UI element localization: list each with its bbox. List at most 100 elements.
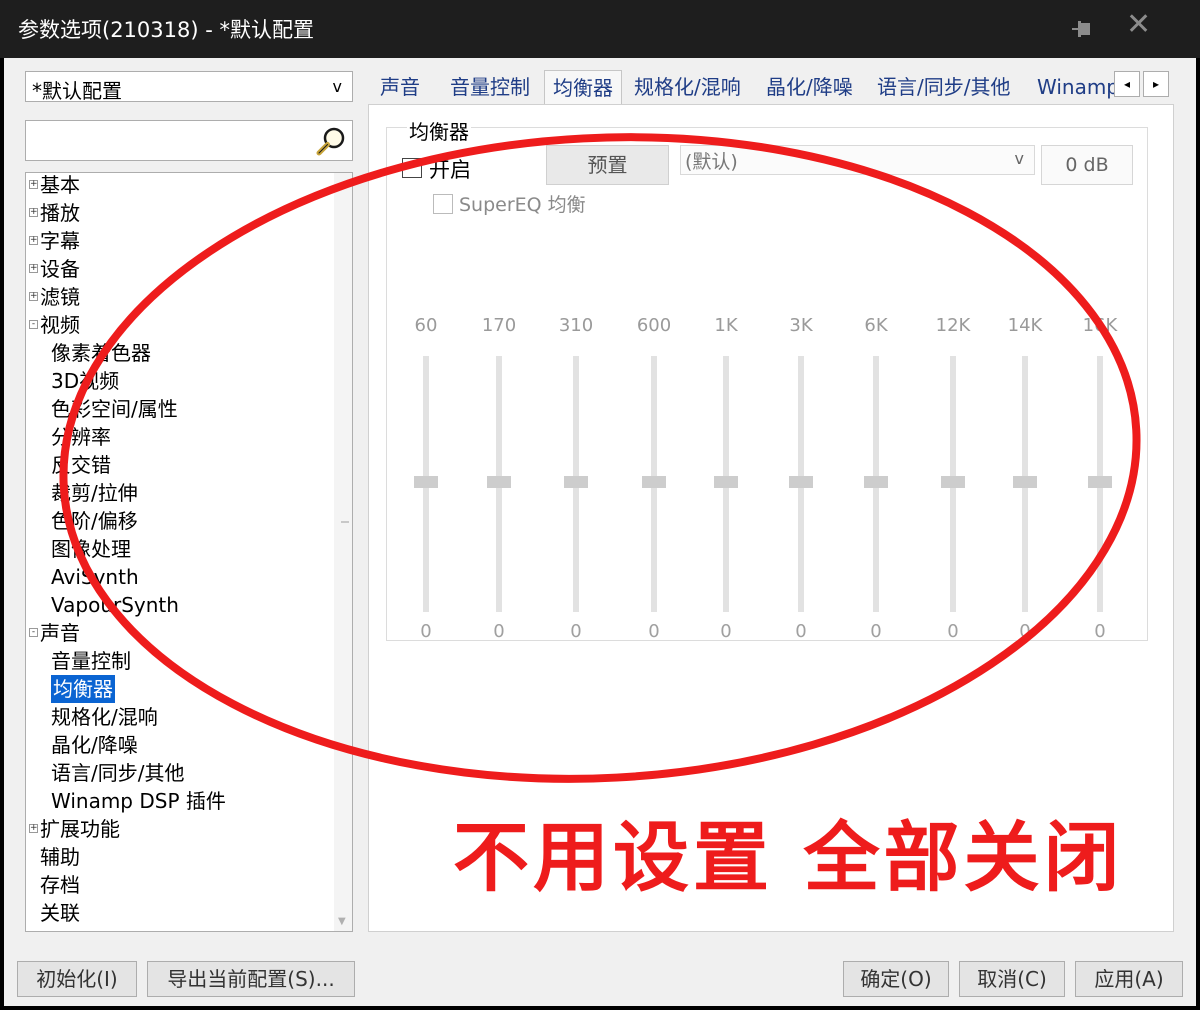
expand-icon[interactable]: + (29, 208, 38, 217)
tree-item-label: 反交错 (51, 453, 111, 477)
tab[interactable]: 规格化/混响 (626, 70, 749, 104)
collapse-icon[interactable]: - (29, 320, 38, 329)
supereq-checkbox[interactable] (433, 194, 453, 214)
tree-item[interactable]: 反交错 (26, 451, 336, 479)
tab-scroll-left-button[interactable]: ◂ (1114, 71, 1140, 97)
tree-item[interactable]: - 视频 (26, 311, 336, 339)
supereq-label: SuperEQ 均衡 (459, 194, 586, 216)
tree-item[interactable]: 晶化/降噪 (26, 731, 336, 759)
tab-scroll-right-button[interactable]: ▸ (1143, 71, 1169, 97)
tree-item-label: Winamp DSP 插件 (51, 789, 226, 813)
tree-item-label: 分辨率 (51, 425, 111, 449)
tree-item-label: 设备 (40, 257, 80, 281)
cancel-button[interactable]: 取消(C) (959, 961, 1065, 997)
tree-item[interactable]: 辅助 (26, 843, 336, 871)
tree-item-label: VapourSynth (51, 593, 179, 617)
tree-item[interactable]: 3D视频 (26, 367, 336, 395)
apply-button[interactable]: 应用(A) (1075, 961, 1183, 997)
settings-tree[interactable]: ▼ + 基本 + 播放 + 字幕 + 设备 + 滤镜 - 视频 像素着色器 3D视频 色彩空间/属性 分辨率反… (25, 172, 353, 932)
close-icon[interactable]: ✕ (1126, 10, 1151, 40)
tree-item[interactable]: 均衡器 (26, 675, 336, 703)
preset-value: (默认) (685, 151, 738, 173)
band-value: 0 (1019, 621, 1031, 642)
tree-item-label: 色阶/偏移 (51, 509, 138, 533)
tree-item[interactable]: VapourSynth (26, 591, 336, 619)
tree-scrollbar[interactable]: ▼ (334, 173, 352, 931)
chevron-down-icon: v (332, 77, 342, 96)
band-value: 0 (870, 621, 882, 642)
tree-item[interactable]: 图像处理 (26, 535, 336, 563)
preset-select[interactable]: (默认) v (680, 145, 1035, 175)
expand-icon[interactable]: + (29, 292, 38, 301)
band-value: 0 (1094, 621, 1106, 642)
tree-item[interactable]: + 滤镜 (26, 283, 336, 311)
tree-item[interactable]: 规格化/混响 (26, 703, 336, 731)
tab[interactable]: 晶化/降噪 (758, 70, 861, 104)
tree-item-label: 字幕 (40, 229, 80, 253)
expand-icon[interactable]: + (29, 180, 38, 189)
tree-item[interactable]: 分辨率 (26, 423, 336, 451)
tree-item[interactable]: 音量控制 (26, 647, 336, 675)
scrollbar-thumb[interactable] (341, 521, 349, 523)
tab[interactable]: Winamp (1029, 70, 1127, 104)
band-frequency-label: 16K (1082, 315, 1118, 336)
band-slider-thumb[interactable] (414, 476, 438, 488)
tree-item[interactable]: Winamp DSP 插件 (26, 787, 336, 815)
tab[interactable]: 声音 (372, 70, 428, 104)
collapse-icon[interactable]: - (29, 628, 38, 637)
band-value: 0 (570, 621, 582, 642)
tree-item-label: 3D视频 (51, 369, 120, 393)
tree-item[interactable]: 语言/同步/其他 (26, 759, 336, 787)
band-slider-thumb[interactable] (1013, 476, 1037, 488)
preset-button[interactable]: 预置 (546, 145, 669, 185)
band-slider-thumb[interactable] (642, 476, 666, 488)
group-title: 均衡器 (407, 116, 471, 145)
tree-item[interactable]: 像素着色器 (26, 339, 336, 367)
scroll-down-icon[interactable]: ▼ (338, 916, 346, 927)
band-value: 0 (795, 621, 807, 642)
title-bar: 参数选项(210318) - *默认配置 ✕ (0, 0, 1200, 58)
tree-item-label: 音量控制 (51, 649, 131, 673)
tree-item-label: 扩展功能 (40, 817, 120, 841)
pin-icon[interactable] (1070, 16, 1096, 42)
init-button[interactable]: 初始化(I) (17, 961, 137, 997)
expand-icon[interactable]: + (29, 824, 38, 833)
export-config-button[interactable]: 导出当前配置(S)... (147, 961, 355, 997)
band-slider-thumb[interactable] (1088, 476, 1112, 488)
tree-item-label: 规格化/混响 (51, 705, 158, 729)
tree-item[interactable]: 关联 (26, 899, 336, 927)
search-icon[interactable] (314, 125, 348, 159)
tree-item[interactable]: + 扩展功能 (26, 815, 336, 843)
preferences-window: *默认配置 v ▼ + 基本 + 播放 + 字幕 + 设备 + 滤镜 - 视频 像素着色器 3D视频 色彩空… (4, 58, 1196, 1006)
tree-item[interactable]: 存档 (26, 871, 336, 899)
tab[interactable]: 语言/同步/其他 (869, 70, 1018, 104)
tree-item-label: 图像处理 (51, 537, 131, 561)
tree-item[interactable]: 色彩空间/属性 (26, 395, 336, 423)
expand-icon[interactable]: + (29, 264, 38, 273)
tab[interactable]: 音量控制 (442, 70, 538, 104)
equalizer-group: 均衡器 开启 预置 (默认) v 0 dB SuperEQ 均衡 60 0 170 0… (386, 116, 1148, 642)
enable-checkbox[interactable] (402, 158, 422, 178)
profile-select[interactable]: *默认配置 v (25, 71, 353, 103)
tree-item[interactable]: 色阶/偏移 (26, 507, 336, 535)
annotation-text: 不用设置 全部关闭 (453, 813, 1124, 902)
band-frequency-label: 6K (864, 315, 888, 336)
tree-item[interactable]: - 声音 (26, 619, 336, 647)
band-slider-thumb[interactable] (564, 476, 588, 488)
band-slider-thumb[interactable] (941, 476, 965, 488)
band-slider-thumb[interactable] (864, 476, 888, 488)
expand-icon[interactable]: + (29, 236, 38, 245)
search-input[interactable] (25, 120, 353, 161)
band-value: 0 (648, 621, 660, 642)
band-slider-thumb[interactable] (487, 476, 511, 488)
tree-item[interactable]: 裁剪/拉伸 (26, 479, 336, 507)
band-slider-thumb[interactable] (714, 476, 738, 488)
ok-button[interactable]: 确定(O) (843, 961, 949, 997)
tree-item[interactable]: + 基本 (26, 173, 336, 199)
tree-item[interactable]: + 字幕 (26, 227, 336, 255)
tree-item[interactable]: + 播放 (26, 199, 336, 227)
tree-item[interactable]: AviSynth (26, 563, 336, 591)
tab[interactable]: 均衡器 (544, 70, 622, 104)
tree-item[interactable]: + 设备 (26, 255, 336, 283)
band-slider-thumb[interactable] (789, 476, 813, 488)
